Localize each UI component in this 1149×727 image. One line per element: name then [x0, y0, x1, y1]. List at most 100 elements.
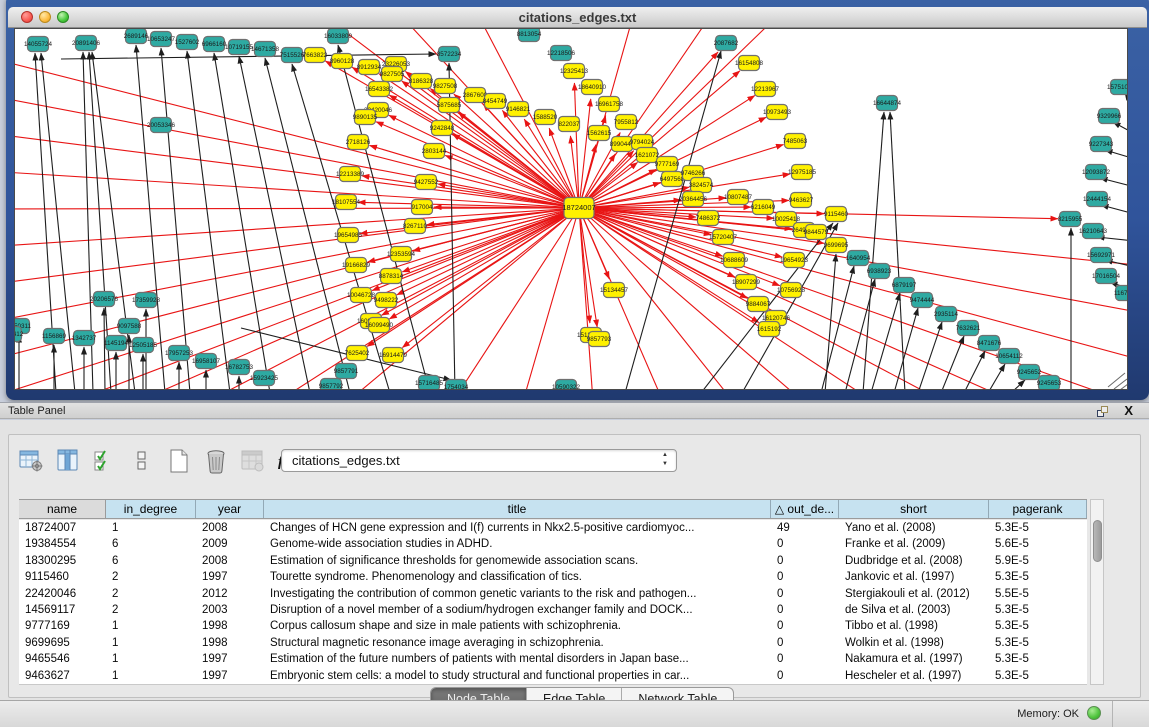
canvas-resize-grip-icon[interactable] — [1108, 373, 1125, 387]
table-cell[interactable]: 1998 — [196, 618, 264, 634]
table-cell[interactable]: Estimation of significance thresholds fo… — [264, 553, 771, 569]
table-cell[interactable]: 5.5E-5 — [989, 586, 1087, 602]
table-cell[interactable]: 2008 — [196, 553, 264, 569]
table-cell[interactable]: 1997 — [196, 668, 264, 684]
table-cell[interactable]: Tibbo et al. (1998) — [839, 618, 989, 634]
table-cell[interactable]: 1 — [106, 635, 196, 651]
table-cell[interactable]: 9465546 — [19, 651, 106, 667]
table-cell[interactable]: Tourette syndrome. Phenomenology and cla… — [264, 569, 771, 585]
table-cell[interactable]: Nakamura et al. (1997) — [839, 651, 989, 667]
memory-status-indicator[interactable] — [1087, 706, 1101, 720]
column-header-title[interactable]: title — [264, 500, 771, 518]
table-row[interactable]: 911546021997Tourette syndrome. Phenomeno… — [19, 569, 1087, 585]
table-source-dropdown[interactable]: citations_edges.txt ▲▼ — [281, 449, 677, 472]
table-cell[interactable]: 0 — [771, 586, 839, 602]
table-cell[interactable]: de Silva et al. (2003) — [839, 602, 989, 618]
column-visibility-icon[interactable] — [54, 447, 82, 475]
table-cell[interactable]: Stergiakouli et al. (2012) — [839, 586, 989, 602]
table-cell[interactable]: 6 — [106, 553, 196, 569]
table-cell[interactable]: 5.3E-5 — [989, 651, 1087, 667]
table-row[interactable]: 2242004622012Investigating the contribut… — [19, 586, 1087, 602]
table-cell[interactable]: 9463627 — [19, 668, 106, 684]
table-cell[interactable]: Disruption of a novel member of a sodium… — [264, 602, 771, 618]
table-cell[interactable]: 0 — [771, 553, 839, 569]
table-cell[interactable]: 1 — [106, 651, 196, 667]
table-cell[interactable]: 2012 — [196, 586, 264, 602]
table-cell[interactable]: Estimation of the future numbers of pati… — [264, 651, 771, 667]
column-header-year[interactable]: year — [196, 500, 264, 518]
table-cell[interactable]: 9777169 — [19, 618, 106, 634]
table-cell[interactable]: Embryonic stem cells: a model to study s… — [264, 668, 771, 684]
table-cell[interactable]: 2 — [106, 602, 196, 618]
table-cell[interactable]: 18724007 — [19, 520, 106, 536]
table-cell[interactable]: Wolkin et al. (1998) — [839, 635, 989, 651]
table-cell[interactable]: 22420046 — [19, 586, 106, 602]
table-cell[interactable]: 1997 — [196, 651, 264, 667]
table-cell[interactable]: 0 — [771, 536, 839, 552]
scrollbar-thumb[interactable] — [1093, 520, 1102, 562]
table-cell[interactable]: 1 — [106, 618, 196, 634]
table-cell[interactable]: 49 — [771, 520, 839, 536]
table-cell[interactable]: 0 — [771, 668, 839, 684]
table-row[interactable]: 946362711997Embryonic stem cells: a mode… — [19, 668, 1087, 684]
table-cell[interactable]: 9699695 — [19, 635, 106, 651]
select-checklist-icon[interactable] — [91, 447, 119, 475]
table-cell[interactable]: 5.3E-5 — [989, 618, 1087, 634]
table-cell[interactable]: 5.3E-5 — [989, 602, 1087, 618]
new-column-icon[interactable] — [165, 447, 193, 475]
table-cell[interactable]: 14569117 — [19, 602, 106, 618]
table-row[interactable]: 946554611997Estimation of the future num… — [19, 651, 1087, 667]
table-cell[interactable]: 0 — [771, 618, 839, 634]
table-cell[interactable]: 0 — [771, 569, 839, 585]
table-cell[interactable]: 9115460 — [19, 569, 106, 585]
table-cell[interactable]: 0 — [771, 635, 839, 651]
table-cell[interactable]: 18300295 — [19, 553, 106, 569]
column-header-name[interactable]: name — [19, 500, 106, 518]
table-cell[interactable]: 1998 — [196, 635, 264, 651]
table-cell[interactable]: 5.3E-5 — [989, 635, 1087, 651]
table-cell[interactable]: Structural magnetic resonance image aver… — [264, 635, 771, 651]
column-header-pagerank[interactable]: pagerank — [989, 500, 1087, 518]
delete-trash-icon[interactable] — [202, 447, 230, 475]
table-cell[interactable]: Genome-wide association studies in ADHD. — [264, 536, 771, 552]
table-cell[interactable]: 1997 — [196, 569, 264, 585]
table-cell[interactable]: 1 — [106, 668, 196, 684]
table-cell[interactable]: 19384554 — [19, 536, 106, 552]
table-cell[interactable]: 2009 — [196, 536, 264, 552]
float-panel-icon[interactable] — [1097, 406, 1109, 418]
column-header-short[interactable]: short — [839, 500, 989, 518]
table-cell[interactable]: Franke et al. (2009) — [839, 536, 989, 552]
table-cell[interactable]: 5.6E-5 — [989, 536, 1087, 552]
table-cell[interactable]: 6 — [106, 536, 196, 552]
close-panel-icon[interactable]: X — [1124, 403, 1133, 418]
column-header-in-degree[interactable]: in_degree — [106, 500, 196, 518]
table-row[interactable]: 1456911722003Disruption of a novel membe… — [19, 602, 1087, 618]
table-cell[interactable]: Investigating the contribution of common… — [264, 586, 771, 602]
table-row[interactable]: 1830029562008Estimation of significance … — [19, 553, 1087, 569]
table-cell[interactable]: Corpus callosum shape and size in male p… — [264, 618, 771, 634]
table-cell[interactable]: 5.3E-5 — [989, 668, 1087, 684]
table-vertical-scrollbar[interactable] — [1090, 499, 1104, 685]
table-cell[interactable]: 5.9E-5 — [989, 553, 1087, 569]
table-settings-icon[interactable] — [17, 447, 45, 475]
row-height-icon[interactable] — [128, 447, 156, 475]
table-cell[interactable]: 2 — [106, 569, 196, 585]
table-cell[interactable]: 5.3E-5 — [989, 569, 1087, 585]
table-cell[interactable]: Jankovic et al. (1997) — [839, 569, 989, 585]
table-row[interactable]: 1938455462009Genome-wide association stu… — [19, 536, 1087, 552]
table-row[interactable]: 969969511998Structural magnetic resonanc… — [19, 635, 1087, 651]
window-titlebar[interactable]: citations_edges.txt — [8, 7, 1147, 28]
table-cell[interactable]: Changes of HCN gene expression and I(f) … — [264, 520, 771, 536]
table-cell[interactable]: Yano et al. (2008) — [839, 520, 989, 536]
table-cell[interactable]: 5.3E-5 — [989, 520, 1087, 536]
table-cell[interactable]: 1 — [106, 520, 196, 536]
table-cell[interactable]: 2003 — [196, 602, 264, 618]
column-header-out-de-[interactable]: △ out_de... — [771, 500, 839, 518]
table-cell[interactable]: 0 — [771, 602, 839, 618]
table-cell[interactable]: 0 — [771, 651, 839, 667]
table-cell[interactable]: Dudbridge et al. (2008) — [839, 553, 989, 569]
canvas-resize-grip-icon[interactable] — [1120, 384, 1128, 390]
network-canvas[interactable]: 1872400776638228960128891293423226053982… — [14, 28, 1128, 390]
table-cell[interactable]: 2008 — [196, 520, 264, 536]
table-row[interactable]: 1872400712008Changes of HCN gene express… — [19, 520, 1087, 536]
